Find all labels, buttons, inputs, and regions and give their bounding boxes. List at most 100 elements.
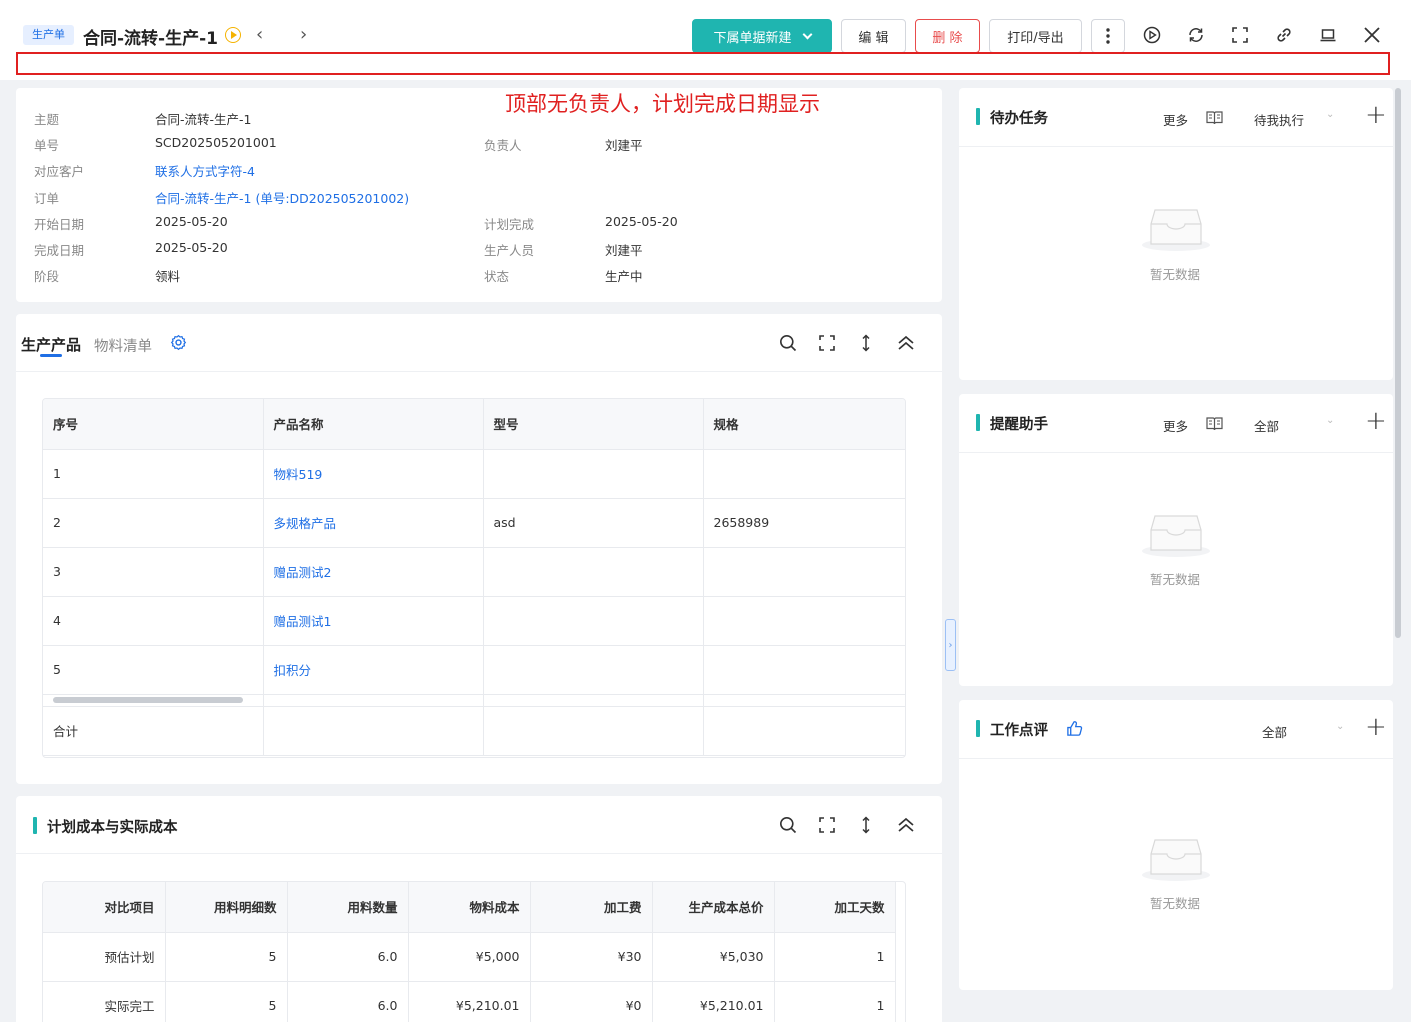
material-qty-cell: 6.0: [287, 932, 409, 982]
column-header[interactable]: 型号: [483, 399, 704, 450]
order-label: 订单: [34, 191, 60, 206]
expand-vertical-icon[interactable]: [855, 332, 877, 354]
table-row[interactable]: 预估计划 5 6.0 ¥5,000 ¥30 ¥5,030 1: [43, 932, 896, 982]
collapse-up-icon[interactable]: [895, 814, 917, 836]
product-name-link[interactable]: 赠品测试2: [263, 547, 484, 597]
play-icon[interactable]: [225, 27, 241, 43]
cost-table: 对比项目 用料明细数 用料数量 物料成本 加工费 生产成本总价 加工天数 预估计…: [43, 882, 896, 1022]
cost-item-cell: 预估计划: [43, 932, 166, 982]
row-index: 3: [43, 547, 264, 597]
table-row[interactable]: 1 物料519: [43, 449, 905, 499]
new-sub-document-label: 下属单据新建: [713, 30, 792, 46]
product-name-link[interactable]: 扣积分: [263, 645, 484, 695]
table-row[interactable]: 4 赠品测试1: [43, 596, 905, 646]
model-cell: [483, 547, 704, 597]
fullscreen-icon[interactable]: [1229, 24, 1251, 46]
delete-button[interactable]: 删 除: [915, 19, 980, 53]
table-row[interactable]: 3 赠品测试2: [43, 547, 905, 597]
column-header[interactable]: 加工费: [530, 882, 653, 933]
customer-label: 对应客户: [34, 164, 85, 179]
close-icon[interactable]: [1361, 24, 1383, 46]
chevron-down-icon: [802, 29, 812, 39]
book-icon[interactable]: [1203, 412, 1225, 434]
spec-cell: 2658989: [703, 498, 905, 548]
print-export-button[interactable]: 打印/导出: [989, 19, 1082, 53]
remind-panel: 提醒助手 更多 全部 ⌄ + 暂无数据: [959, 394, 1393, 686]
material-cost-cell: ¥5,210.01: [408, 981, 531, 1022]
remind-filter-select[interactable]: 全部: [1254, 416, 1279, 435]
todo-filter-select[interactable]: 待我执行: [1254, 110, 1304, 129]
material-detail-count-cell: 5: [165, 981, 288, 1022]
side-panel-collapse-handle[interactable]: ›: [945, 619, 956, 671]
product-name-link[interactable]: 物料519: [263, 449, 484, 499]
processing-days-cell: 1: [774, 981, 896, 1022]
column-header[interactable]: 用料明细数: [165, 882, 288, 933]
spec-cell: [703, 547, 905, 597]
more-vertical-icon: [1106, 28, 1110, 44]
remind-title: 提醒助手: [976, 413, 1048, 434]
add-remind-plus-icon[interactable]: +: [1365, 406, 1387, 436]
laptop-icon[interactable]: [1317, 24, 1339, 46]
product-panel: 生产产品 物料清单 序号 产品名称 型号 规格 1 物料519 2 多规格产品 …: [16, 314, 942, 784]
spec-cell: [703, 596, 905, 646]
total-row: 合计: [43, 706, 905, 756]
chevron-down-icon[interactable]: ⌄: [1326, 415, 1334, 426]
chevron-down-icon[interactable]: ⌄: [1326, 109, 1334, 120]
product-name-link[interactable]: 多规格产品: [263, 498, 484, 548]
next-arrow-icon[interactable]: ›: [300, 24, 307, 46]
column-header[interactable]: 对比项目: [43, 882, 166, 933]
table-row[interactable]: 实际完工 5 6.0 ¥5,210.01 ¥0 ¥5,210.01 1: [43, 981, 896, 1022]
table-row[interactable]: 5 扣积分: [43, 645, 905, 695]
table-row[interactable]: 2 多规格产品 asd 2658989: [43, 498, 905, 548]
column-header[interactable]: 用料数量: [287, 882, 409, 933]
new-sub-document-button[interactable]: 下属单据新建: [692, 19, 832, 53]
edit-button[interactable]: 编 辑: [841, 19, 906, 53]
vertical-scrollbar[interactable]: [1395, 88, 1401, 638]
order-link[interactable]: 合同-流转-生产-1 (单号:DD202505201002): [155, 188, 409, 207]
product-name-link[interactable]: 赠品测试1: [263, 596, 484, 646]
column-header[interactable]: 产品名称: [263, 399, 484, 450]
column-header[interactable]: 生产成本总价: [652, 882, 775, 933]
expand-vertical-icon[interactable]: [855, 814, 877, 836]
horizontal-scrollbar[interactable]: [53, 697, 243, 703]
column-header[interactable]: 物料成本: [408, 882, 531, 933]
fullscreen-icon[interactable]: [816, 814, 838, 836]
fullscreen-icon[interactable]: [816, 332, 838, 354]
book-icon[interactable]: [1203, 106, 1225, 128]
settings-gear-icon[interactable]: [167, 331, 189, 353]
customer-link[interactable]: 联系人方式字符-4: [155, 161, 255, 180]
tab-production-products[interactable]: 生产产品: [21, 334, 81, 355]
cost-item-cell: 实际完工: [43, 981, 166, 1022]
plan-done-value: 2025-05-20: [605, 214, 678, 229]
add-todo-plus-icon[interactable]: +: [1365, 100, 1387, 130]
owner-label: 负责人: [484, 138, 522, 153]
remind-more-link[interactable]: 更多: [1163, 416, 1188, 435]
column-header[interactable]: 加工天数: [774, 882, 896, 933]
more-menu-button[interactable]: [1091, 19, 1125, 53]
stage-label: 阶段: [34, 269, 60, 284]
material-cost-cell: ¥5,000: [408, 932, 531, 982]
stage-value: 领料: [155, 269, 181, 284]
play-circle-icon[interactable]: [1141, 24, 1163, 46]
tab-material-list[interactable]: 物料清单: [94, 335, 152, 356]
todo-more-link[interactable]: 更多: [1163, 110, 1188, 129]
review-filter-select[interactable]: 全部: [1262, 722, 1287, 741]
processing-fee-cell: ¥0: [530, 981, 653, 1022]
start-date-value: 2025-05-20: [155, 214, 228, 229]
refresh-icon[interactable]: [1185, 24, 1207, 46]
prev-arrow-icon[interactable]: ‹: [256, 24, 263, 46]
column-header[interactable]: 规格: [703, 399, 905, 450]
add-review-plus-icon[interactable]: +: [1365, 712, 1387, 742]
link-icon[interactable]: [1273, 24, 1295, 46]
subject-label: 主题: [34, 112, 60, 127]
model-cell: asd: [483, 498, 704, 548]
column-header[interactable]: 序号: [43, 399, 264, 450]
doc-type-badge: 生产单: [23, 25, 74, 45]
collapse-up-icon[interactable]: [895, 332, 917, 354]
todo-title: 待办任务: [976, 107, 1048, 128]
tab-active-indicator: [40, 354, 62, 357]
thumbs-up-icon[interactable]: [1063, 717, 1085, 739]
search-icon[interactable]: [777, 332, 799, 354]
search-icon[interactable]: [777, 814, 799, 836]
chevron-down-icon[interactable]: ⌄: [1336, 721, 1344, 732]
